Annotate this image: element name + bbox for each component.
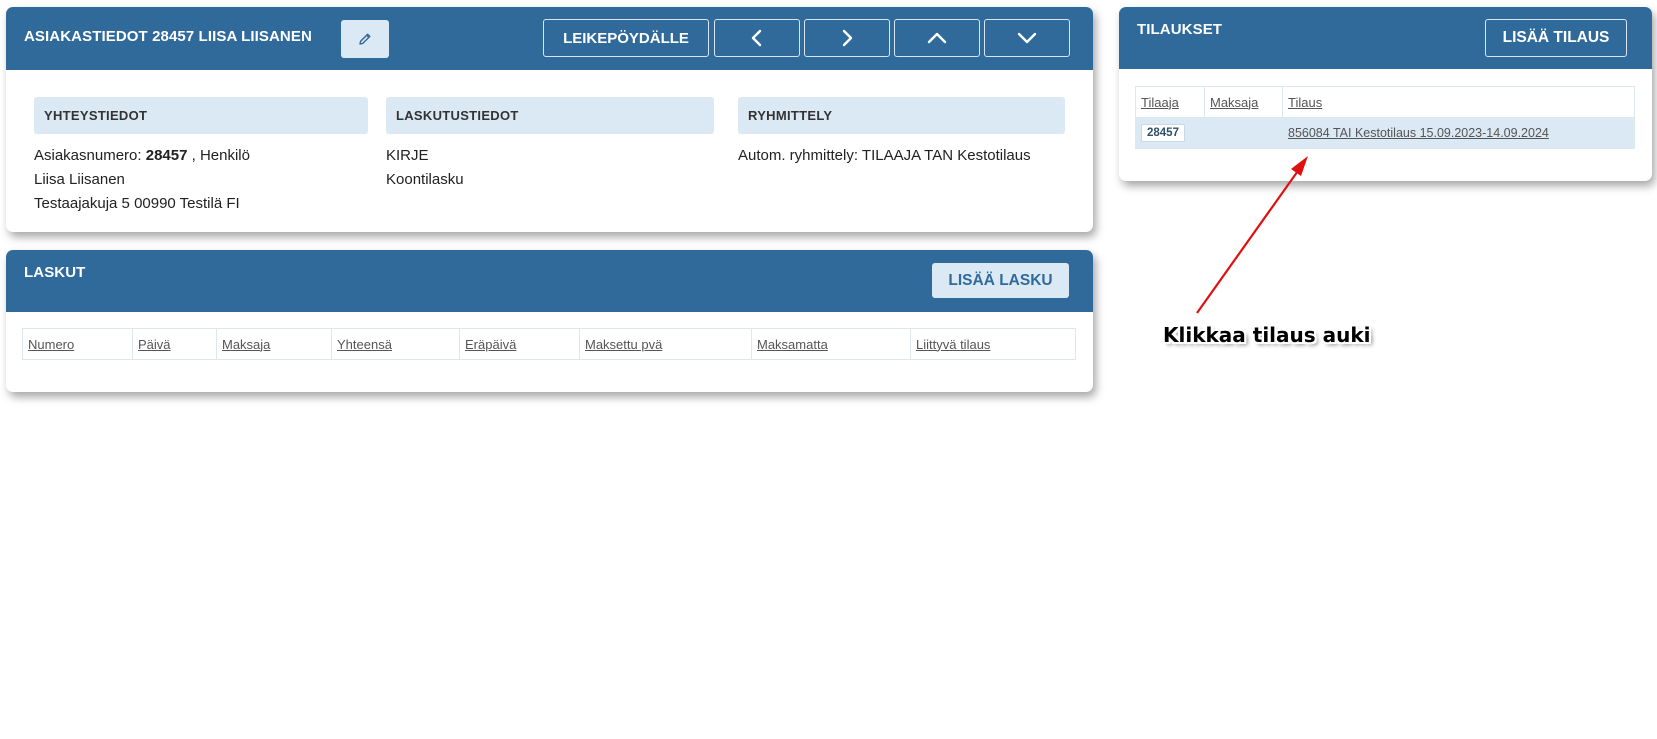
annotation-label: Klikkaa tilaus auki [1163, 323, 1371, 347]
annotation-arrow [1196, 156, 1308, 314]
